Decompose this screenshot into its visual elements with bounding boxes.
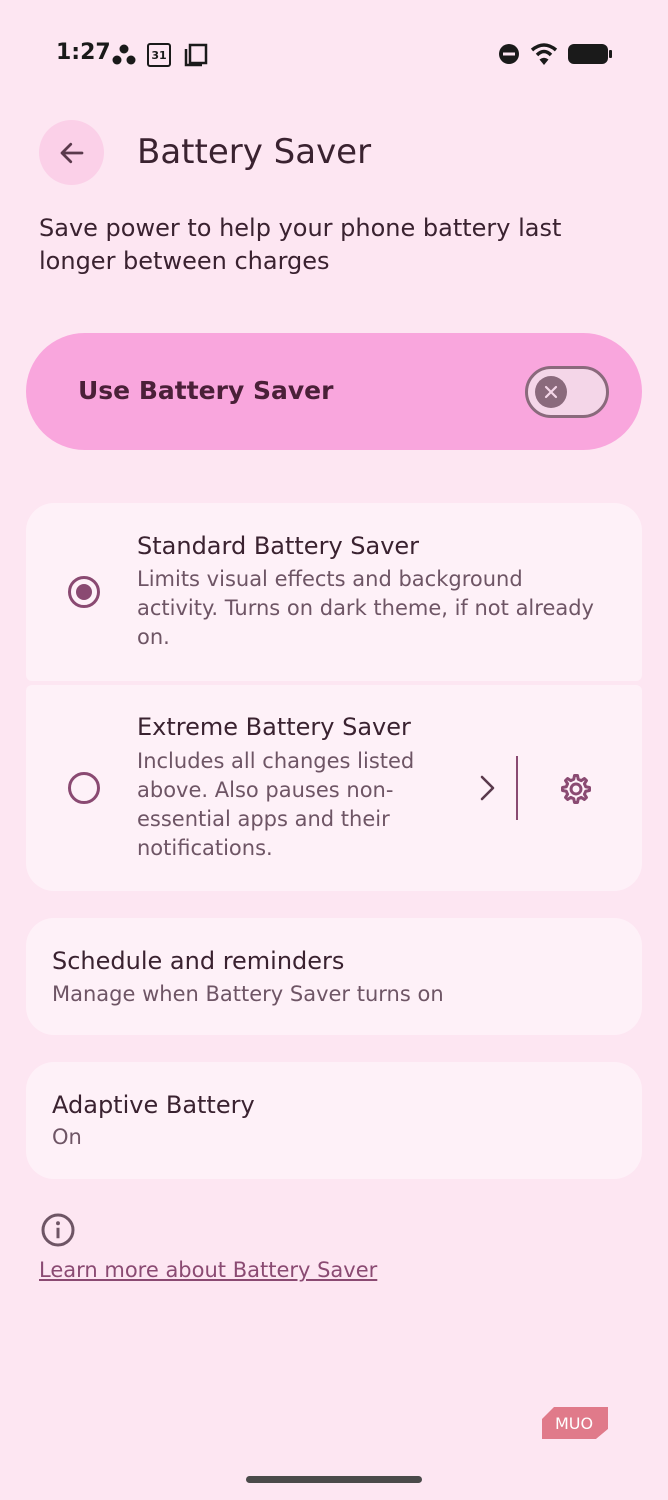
back-button[interactable]: [39, 120, 104, 185]
adaptive-subtitle: On: [52, 1125, 82, 1149]
muo-watermark-logo: MUO: [542, 1407, 608, 1439]
arrow-left-icon: [60, 142, 83, 163]
page-title: Battery Saver: [137, 132, 372, 172]
battery-icon: [568, 44, 612, 64]
extreme-battery-saver-option[interactable]: Extreme Battery Saver Includes all chang…: [26, 685, 642, 891]
calendar-day: 31: [151, 48, 167, 62]
divider: [516, 756, 518, 820]
switch-knob: [535, 376, 567, 408]
standard-title: Standard Battery Saver: [137, 532, 420, 560]
learn-more-link[interactable]: Learn more about Battery Saver: [39, 1258, 377, 1282]
home-indicator[interactable]: [246, 1476, 422, 1483]
standard-battery-saver-option[interactable]: Standard Battery Saver Limits visual eff…: [26, 503, 642, 681]
muo-text: MUO: [555, 1414, 593, 1433]
adaptive-battery-row[interactable]: Adaptive Battery On: [26, 1062, 642, 1179]
extreme-title: Extreme Battery Saver: [137, 713, 411, 741]
close-icon: [544, 385, 558, 399]
use-battery-saver-row[interactable]: Use Battery Saver: [26, 333, 642, 450]
status-bar: 1:27 31: [0, 0, 668, 108]
extreme-radio[interactable]: [68, 772, 100, 804]
wifi-icon: [530, 43, 558, 65]
schedule-title: Schedule and reminders: [52, 947, 345, 975]
chevron-right-icon[interactable]: [476, 773, 498, 803]
dots-icon: [112, 44, 136, 65]
battery-saver-switch[interactable]: [525, 366, 609, 418]
standard-radio[interactable]: [68, 576, 100, 608]
adaptive-title: Adaptive Battery: [52, 1091, 255, 1119]
screen-icon: [184, 43, 208, 67]
schedule-and-reminders-row[interactable]: Schedule and reminders Manage when Batte…: [26, 918, 642, 1035]
dnd-icon: [499, 44, 519, 64]
gear-icon[interactable]: [558, 771, 594, 807]
page-description: Save power to help your phone battery la…: [39, 214, 562, 275]
info-icon: [41, 1213, 75, 1247]
status-time: 1:27: [56, 40, 111, 65]
use-battery-saver-label: Use Battery Saver: [78, 376, 334, 405]
standard-description: Limits visual effects and background act…: [137, 567, 594, 649]
extreme-description: Includes all changes listed above. Also …: [137, 749, 415, 860]
schedule-subtitle: Manage when Battery Saver turns on: [52, 982, 444, 1006]
calendar-icon: 31: [147, 43, 171, 67]
